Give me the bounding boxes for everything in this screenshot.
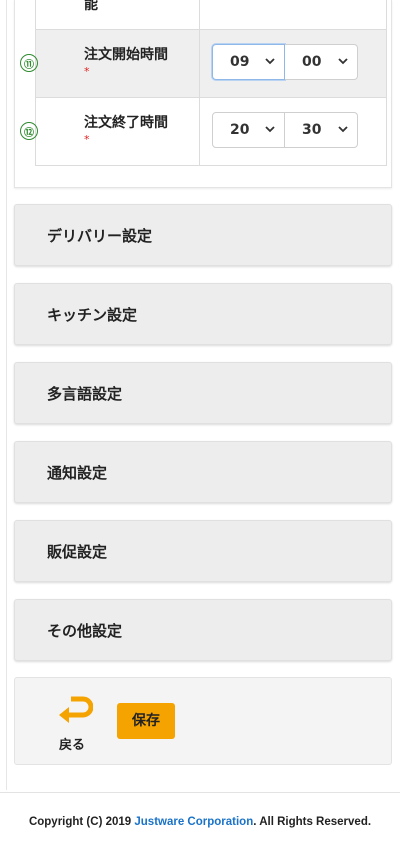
chevron-down-icon <box>338 58 348 65</box>
section-label: デリバリー設定 <box>47 227 153 245</box>
company-link[interactable]: Justware Corporation <box>134 816 253 828</box>
required-asterisk: * <box>84 65 90 78</box>
order-start-time-label: 注文開始時間 <box>84 47 168 63</box>
copyright-prefix: Copyright (C) 2019 <box>28 816 135 828</box>
select-value: 09 <box>230 54 250 70</box>
order-end-minute-select[interactable]: 30 <box>285 112 358 148</box>
chevron-down-icon <box>338 126 348 133</box>
back-button[interactable]: 戻る <box>55 696 95 754</box>
other-settings-section[interactable]: その他設定 <box>14 599 392 661</box>
select-value: 00 <box>302 54 322 70</box>
settings-page: 能 ⑪ 注文開始時間 * 09 00 ⑫ 注文終了時間 * 20 30 デリバリ… <box>0 0 400 841</box>
action-panel: 戻る 保存 <box>14 677 392 765</box>
section-label: 多言語設定 <box>47 385 123 403</box>
section-label: キッチン設定 <box>47 306 138 324</box>
section-label: その他設定 <box>47 622 123 640</box>
section-label: 通知設定 <box>47 464 108 482</box>
multilingual-settings-section[interactable]: 多言語設定 <box>14 362 392 424</box>
order-end-time-selects: 20 30 <box>212 112 358 148</box>
settings-table-card: 能 ⑪ 注文開始時間 * 09 00 ⑫ 注文終了時間 * 20 30 <box>14 0 392 188</box>
select-value: 30 <box>302 122 322 138</box>
copyright-footer: Copyright (C) 2019 Justware Corporation.… <box>0 816 400 828</box>
delivery-settings-section[interactable]: デリバリー設定 <box>14 204 392 266</box>
copyright-suffix: . All Rights Reserved. <box>253 816 372 828</box>
table-row-order-start: ⑪ 注文開始時間 * 09 00 <box>20 30 386 98</box>
table-row-order-end: ⑫ 注文終了時間 * 20 30 <box>20 98 386 166</box>
save-button[interactable]: 保存 <box>117 703 175 739</box>
circled-number-12-marker: ⑫ <box>20 122 38 140</box>
settings-table: 能 ⑪ 注文開始時間 * 09 00 ⑫ 注文終了時間 * 20 30 <box>20 0 387 166</box>
row-label-cell: 能 <box>36 0 200 29</box>
circled-number-11-marker: ⑪ <box>20 54 38 72</box>
kitchen-settings-section[interactable]: キッチン設定 <box>14 283 392 345</box>
row-value-cell: 09 00 <box>200 30 386 97</box>
row-label-cell: ⑪ 注文開始時間 * <box>20 30 200 97</box>
left-border <box>6 0 7 790</box>
order-start-time-selects: 09 00 <box>212 44 358 80</box>
footer-divider <box>0 792 400 793</box>
required-asterisk: * <box>84 133 90 146</box>
row-value-cell <box>200 0 386 29</box>
promotion-settings-section[interactable]: 販促設定 <box>14 520 392 582</box>
row-value-cell: 20 30 <box>200 98 386 165</box>
row-label-cell: ⑫ 注文終了時間 * <box>20 98 200 165</box>
table-row: 能 <box>36 0 386 30</box>
chevron-down-icon <box>265 126 275 133</box>
chevron-down-icon <box>265 58 275 65</box>
row-label: 能 <box>84 0 98 13</box>
order-end-time-label: 注文終了時間 <box>84 115 168 131</box>
notification-settings-section[interactable]: 通知設定 <box>14 441 392 503</box>
return-arrow-icon <box>59 696 93 723</box>
order-start-minute-select[interactable]: 00 <box>285 44 358 80</box>
order-end-hour-select[interactable]: 20 <box>212 112 285 148</box>
back-label: 戻る <box>59 738 86 753</box>
section-label: 販促設定 <box>47 543 108 561</box>
order-start-hour-select[interactable]: 09 <box>212 44 285 80</box>
select-value: 20 <box>230 122 250 138</box>
